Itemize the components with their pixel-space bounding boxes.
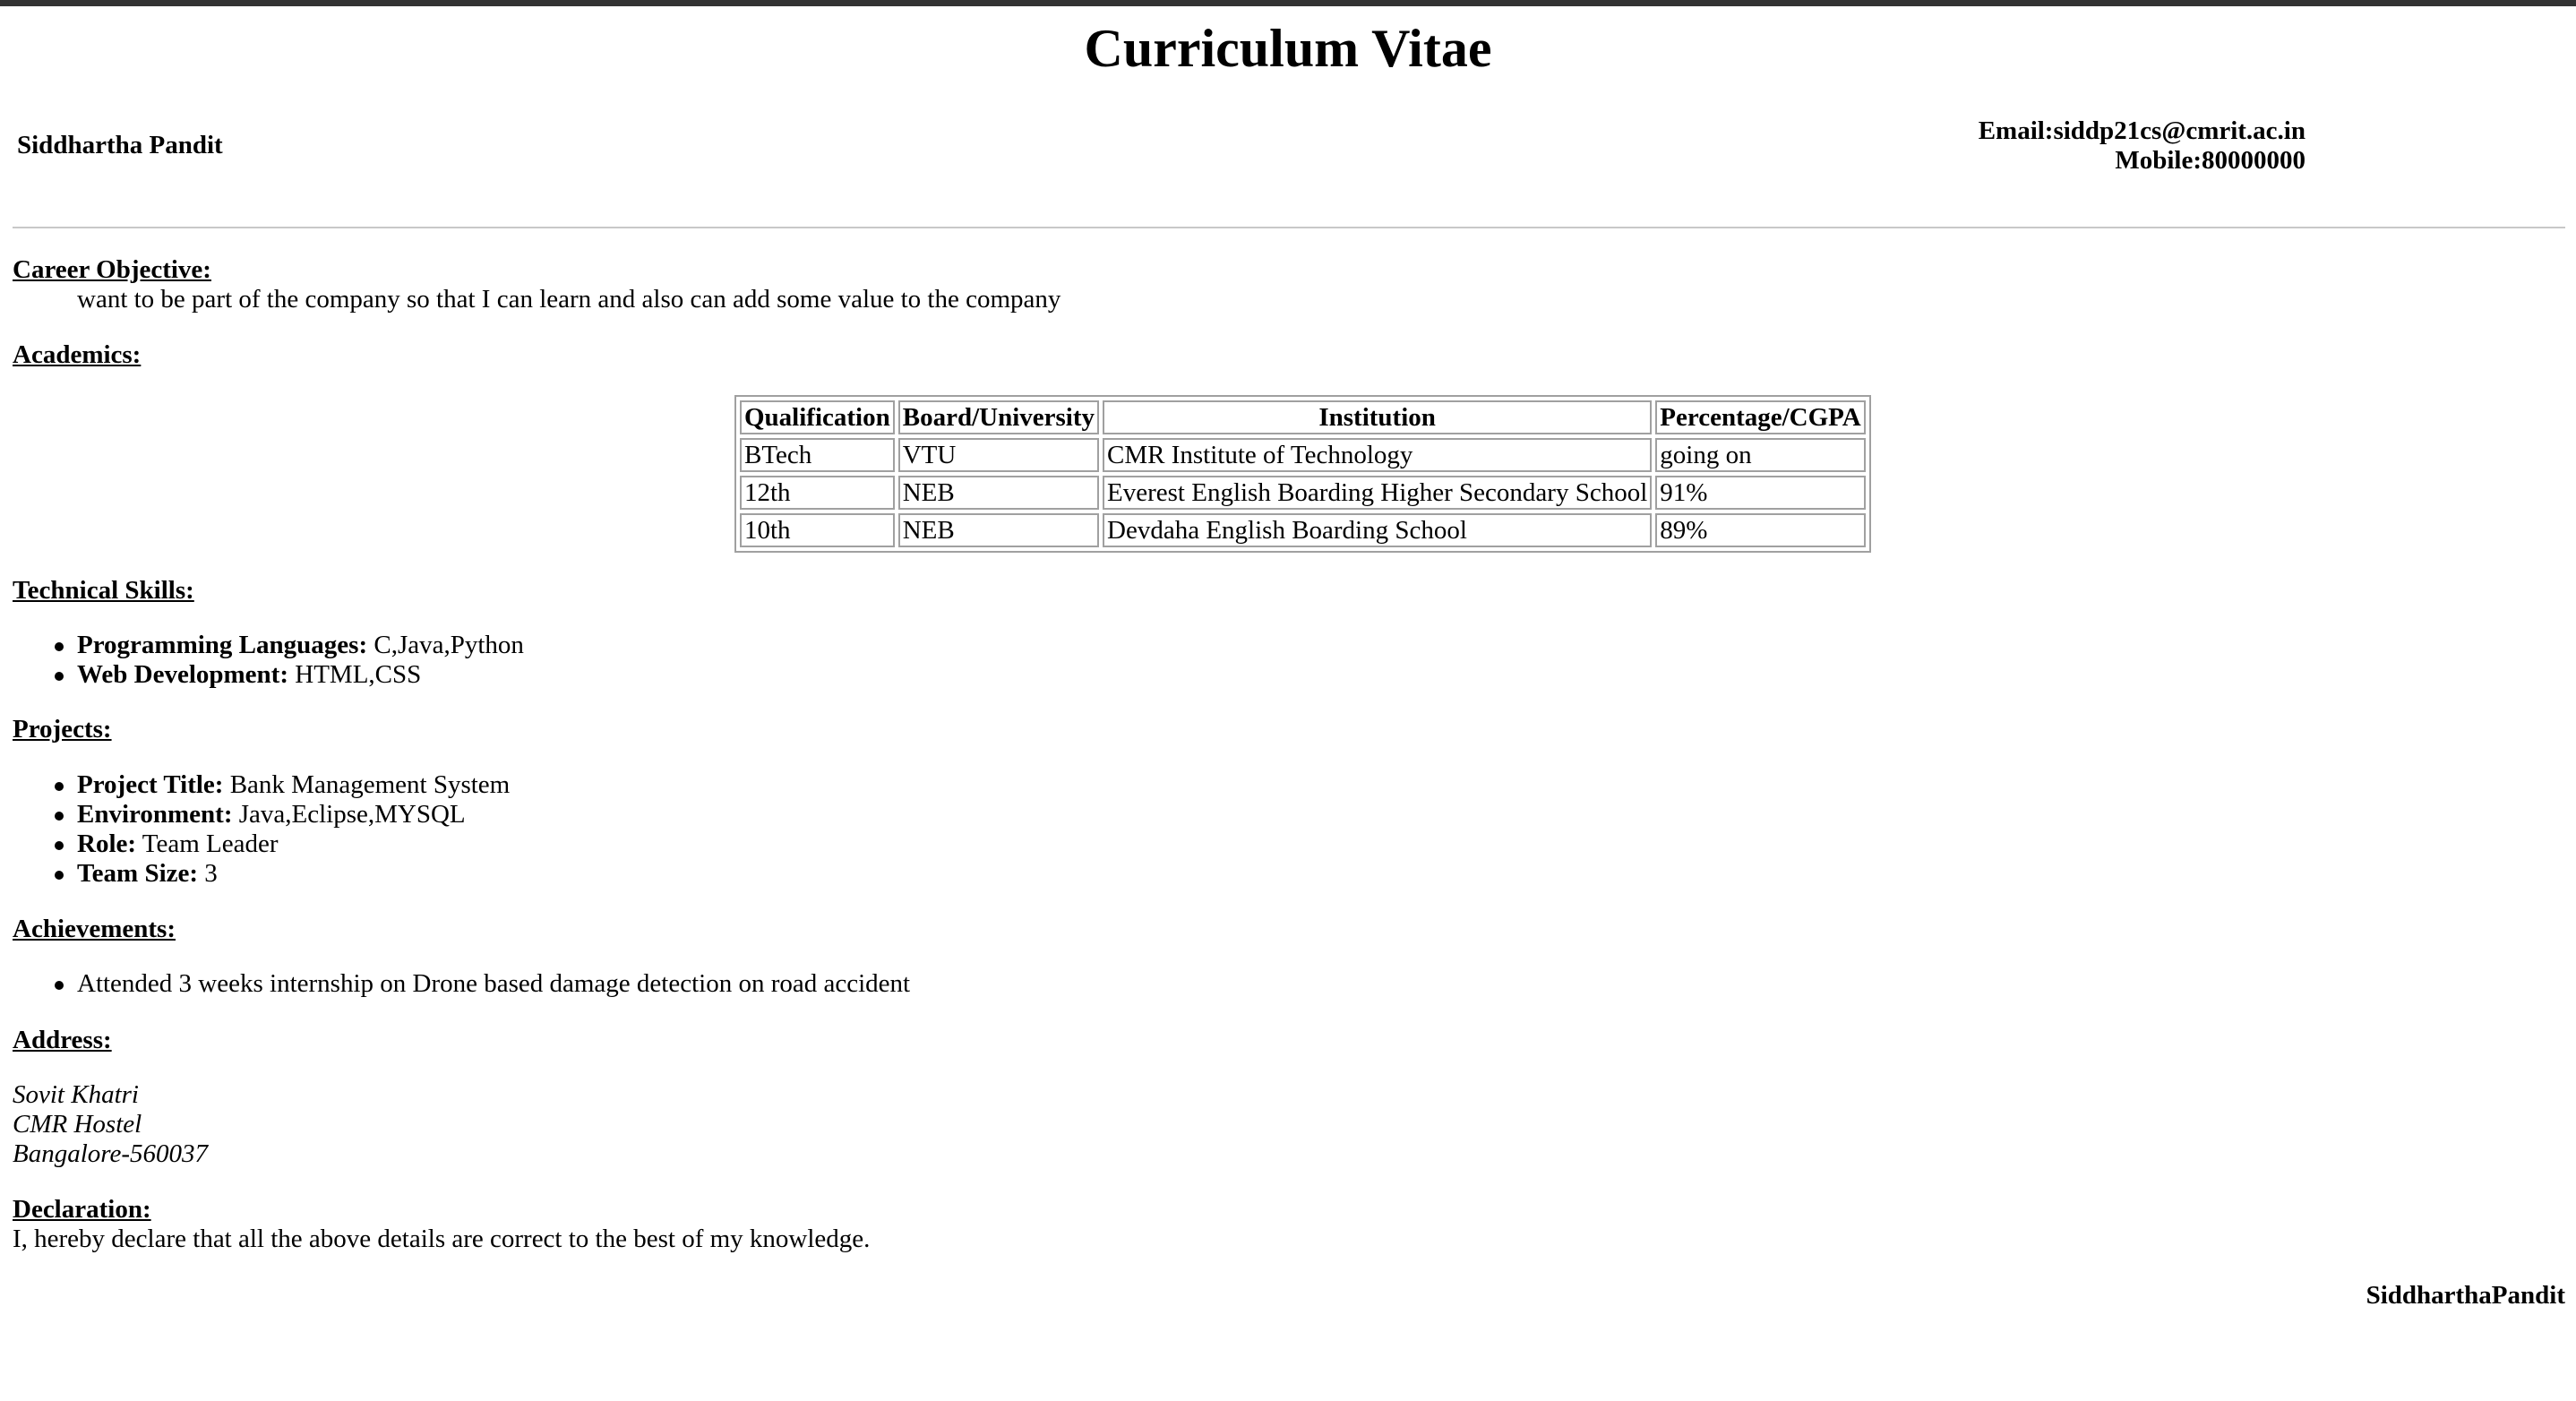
technical-skills-list: Programming Languages: C,Java,Python Web… [13,631,524,690]
table-row: BTech VTU CMR Institute of Technology go… [740,438,1866,472]
address-line: Sovit Khatri [13,1080,139,1109]
project-value: Team Leader [136,829,279,858]
skill-label: Programming Languages: [77,631,368,659]
project-label: Project Title: [77,770,224,799]
table-row: 10th NEB Devdaha English Boarding School… [740,513,1866,547]
projects-list: Project Title: Bank Management System En… [13,770,510,889]
email-text: Email:siddp21cs@cmrit.ac.in [1978,116,2306,145]
list-item: Programming Languages: C,Java,Python [13,631,524,660]
candidate-name: Siddhartha Pandit [17,131,223,159]
project-label: Team Size: [77,859,199,888]
table-cell: 91% [1655,476,1866,510]
declaration-text: I, hereby declare that all the above det… [13,1225,871,1253]
academics-heading: Academics: [13,340,142,369]
top-border-bar [0,0,2576,6]
project-label: Role: [77,829,137,858]
table-cell: Everest English Boarding Higher Secondar… [1103,476,1653,510]
projects-heading: Projects: [13,715,112,743]
table-cell: 89% [1655,513,1866,547]
list-item: Attended 3 weeks internship on Drone bas… [13,969,910,999]
column-header: Institution [1103,400,1653,434]
mobile-text: Mobile:80000000 [2115,146,2306,175]
page-title: Curriculum Vitae [1084,19,1492,78]
address-line: CMR Hostel [13,1110,142,1139]
list-item: Role: Team Leader [13,829,510,859]
academics-table: Qualification Board/University Instituti… [734,395,1871,553]
skill-value: C,Java,Python [367,631,524,659]
project-value: 3 [198,859,218,888]
horizontal-rule [13,227,2565,228]
column-header: Percentage/CGPA [1655,400,1866,434]
contact-info: Email:siddp21cs@cmrit.ac.in Mobile:80000… [1979,116,2306,176]
column-header: Board/University [897,400,1100,434]
career-objective-text: want to be part of the company so that I… [77,285,1061,314]
table-cell: 10th [740,513,895,547]
list-item: Team Size: 3 [13,859,510,889]
table-header-row: Qualification Board/University Instituti… [740,400,1866,434]
table-cell: BTech [740,438,895,472]
table-cell: VTU [897,438,1100,472]
table-cell: NEB [897,513,1100,547]
list-item: Web Development: HTML,CSS [13,660,524,690]
address-heading: Address: [13,1026,112,1054]
address-line: Bangalore-560037 [13,1139,209,1168]
project-value: Bank Management System [223,770,511,799]
achievements-heading: Achievements: [13,915,176,943]
table-cell: CMR Institute of Technology [1103,438,1653,472]
career-objective-heading: Career Objective: [13,255,211,284]
declaration-heading: Declaration: [13,1195,151,1224]
achievements-list: Attended 3 weeks internship on Drone bas… [13,969,910,999]
table-row: 12th NEB Everest English Boarding Higher… [740,476,1866,510]
list-item: Environment: Java,Eclipse,MYSQL [13,800,510,829]
project-value: Java,Eclipse,MYSQL [232,800,466,829]
list-item: Project Title: Bank Management System [13,770,510,800]
table-cell: NEB [897,476,1100,510]
signature: SiddharthaPandit [2366,1281,2565,1310]
column-header: Qualification [740,400,895,434]
table-cell: Devdaha English Boarding School [1103,513,1653,547]
project-label: Environment: [77,800,233,829]
table-cell: going on [1655,438,1866,472]
skill-value: HTML,CSS [288,660,422,689]
address-block: Sovit Khatri CMR Hostel Bangalore-560037 [13,1080,208,1169]
technical-skills-heading: Technical Skills: [13,576,194,605]
table-cell: 12th [740,476,895,510]
skill-label: Web Development: [77,660,288,689]
